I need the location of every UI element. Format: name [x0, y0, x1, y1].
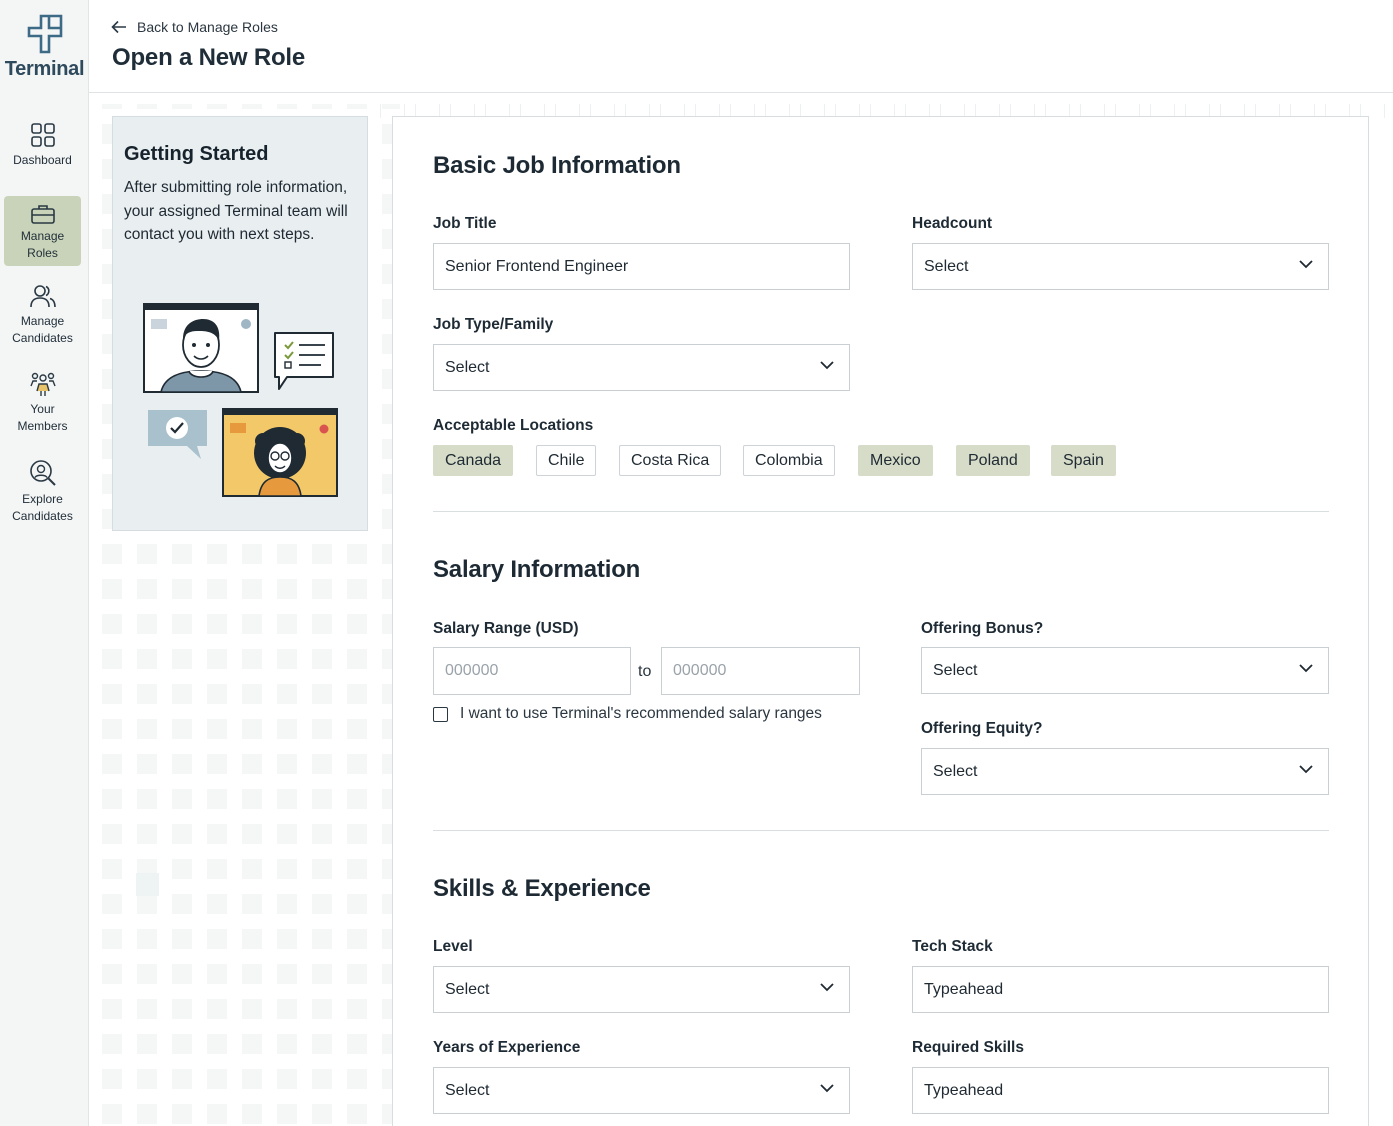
location-chip-colombia[interactable]: Colombia: [743, 445, 835, 476]
new-role-form: Basic Job Information Job Title Senior F…: [392, 116, 1369, 1126]
location-chip-costa-rica[interactable]: Costa Rica: [619, 445, 722, 476]
sidebar-item-dashboard[interactable]: Dashboard: [4, 122, 81, 174]
level-label: Level: [433, 938, 473, 955]
sidebar-item-label: Explore: [22, 492, 63, 506]
terminal-logo-icon: [27, 14, 62, 54]
sidebar-item-explore-candidates[interactable]: Explore Candidates: [4, 459, 81, 525]
section-title-salary-information: Salary Information: [433, 556, 641, 583]
briefcase-icon: [30, 205, 55, 224]
headcount-label: Headcount: [912, 215, 993, 232]
team-icon: [29, 372, 56, 396]
getting-started-body: After submitting role information, your …: [124, 179, 348, 243]
required-skills-typeahead[interactable]: Typeahead: [912, 1067, 1329, 1114]
location-chip-mexico[interactable]: Mexico: [858, 445, 933, 476]
offering-bonus-select[interactable]: Select: [921, 647, 1329, 694]
years-of-experience-select-value: Select: [445, 1082, 490, 1099]
offering-bonus-select-value: Select: [933, 662, 978, 679]
level-select-value: Select: [445, 981, 490, 998]
dashboard-grid-icon: [30, 123, 55, 147]
acceptable-locations-label: Acceptable Locations: [433, 417, 594, 434]
offering-equity-select[interactable]: Select: [921, 748, 1329, 795]
sidebar-item-label: Manage: [20, 314, 65, 328]
chevron-down-icon: [1299, 765, 1313, 774]
getting-started-title: Getting Started: [124, 143, 269, 165]
salary-range-label: Salary Range (USD): [433, 620, 579, 637]
sidebar-item-label-line2: Roles: [27, 246, 58, 260]
sidebar: Terminal Dashboard Manage Roles Manage C…: [0, 0, 89, 1126]
chevron-down-icon: [820, 983, 834, 992]
section-title-basic-job-information: Basic Job Information: [433, 152, 681, 179]
headcount-select-value: Select: [924, 258, 969, 275]
sidebar-item-label-line2: Candidates: [12, 509, 73, 523]
years-of-experience-label: Years of Experience: [433, 1039, 581, 1056]
salary-range-to-label: to: [638, 663, 652, 680]
terminal-logo[interactable]: Terminal: [0, 12, 89, 81]
offering-equity-select-value: Select: [933, 763, 978, 780]
job-type-select-value: Select: [445, 359, 490, 376]
sidebar-item-manage-candidates[interactable]: Manage Candidates: [4, 283, 81, 349]
recommended-salary-label: I want to use Terminal's recommended sal…: [460, 705, 822, 722]
salary-min-input[interactable]: 000000: [433, 647, 631, 695]
recommended-salary-checkbox[interactable]: [433, 706, 448, 722]
recommended-salary-option[interactable]: I want to use Terminal's recommended sal…: [433, 705, 822, 723]
location-chip-spain[interactable]: Spain: [1051, 445, 1116, 476]
offering-equity-label: Offering Equity?: [921, 720, 1043, 737]
chevron-down-icon: [820, 1084, 834, 1093]
chevron-down-icon: [820, 361, 834, 370]
sidebar-item-manage-roles[interactable]: Manage Roles: [4, 196, 81, 266]
section-title-skills-experience: Skills & Experience: [433, 875, 651, 902]
sidebar-item-label-line2: Members: [17, 419, 68, 433]
arrow-left-icon: [111, 20, 126, 34]
getting-started-card: Getting Started After submitting role in…: [112, 116, 368, 531]
sidebar-item-label: Manage: [20, 229, 65, 243]
chevron-down-icon: [1299, 664, 1313, 673]
sidebar-item-label: Your: [30, 402, 55, 416]
page-header: Back to Manage Roles Open a New Role: [89, 0, 1393, 93]
location-chip-poland[interactable]: Poland: [956, 445, 1030, 476]
job-type-select[interactable]: Select: [433, 344, 850, 391]
location-chip-canada[interactable]: Canada: [433, 445, 514, 476]
search-person-icon: [29, 460, 56, 486]
background-grid-highlight: [136, 873, 159, 896]
required-skills-label: Required Skills: [912, 1039, 1024, 1056]
tech-stack-typeahead[interactable]: Typeahead: [912, 966, 1329, 1013]
people-icon: [29, 285, 56, 308]
sidebar-item-your-members[interactable]: Your Members: [4, 371, 81, 437]
logo-text: Terminal: [4, 58, 85, 80]
level-select[interactable]: Select: [433, 966, 850, 1013]
job-title-input[interactable]: Senior Frontend Engineer: [433, 243, 850, 290]
page-title: Open a New Role: [112, 44, 306, 71]
chevron-down-icon: [1299, 260, 1313, 269]
headcount-select[interactable]: Select: [912, 243, 1329, 290]
job-title-label: Job Title: [433, 215, 497, 232]
location-chip-chile[interactable]: Chile: [536, 445, 597, 476]
section-divider: [433, 830, 1329, 831]
sidebar-item-label: Dashboard: [13, 153, 72, 167]
sidebar-item-label-line2: Candidates: [12, 331, 73, 345]
tech-stack-label: Tech Stack: [912, 938, 993, 955]
back-link-label: Back to Manage Roles: [137, 19, 278, 35]
salary-max-input[interactable]: 000000: [661, 647, 860, 695]
years-of-experience-select[interactable]: Select: [433, 1067, 850, 1114]
back-to-manage-roles-link[interactable]: Back to Manage Roles: [111, 19, 278, 35]
video-call-illustration: [143, 303, 338, 497]
offering-bonus-label: Offering Bonus?: [921, 620, 1044, 637]
job-type-label: Job Type/Family: [433, 316, 554, 333]
section-divider: [433, 511, 1329, 512]
